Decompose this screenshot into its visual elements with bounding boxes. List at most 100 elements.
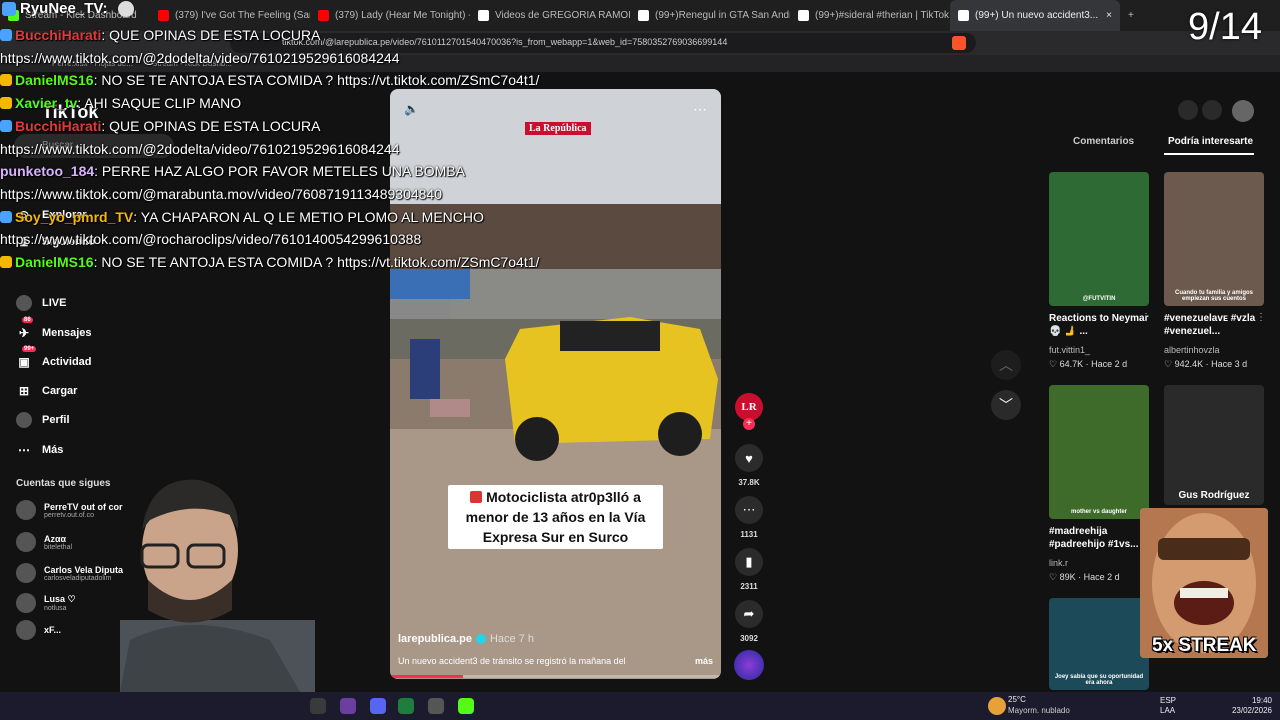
browser-tab[interactable]: (99+) Un nuevo accident3... ×	[950, 0, 1120, 31]
chat-username[interactable]: DanielMS16	[15, 254, 94, 270]
more-link[interactable]: más	[695, 656, 713, 666]
chat-username[interactable]: Xavier_tv	[15, 95, 77, 111]
page-counter: 9/14	[1188, 6, 1262, 48]
screen: TikTok Buscar ◎ Explorar ♟ Siguiendo LIVE ✈ 86…	[0, 0, 1280, 720]
live-icon	[16, 295, 32, 311]
discord-icon[interactable]	[370, 698, 386, 714]
chat-message: BucchiHarati: QUE OPINAS DE ESTA LOCURA	[0, 115, 720, 138]
share-button[interactable]: ➦	[735, 600, 763, 628]
chat-username[interactable]: DanielMS16	[15, 72, 94, 88]
suggestion-likes: 89K	[1059, 572, 1076, 582]
chat-message: Xavier_tv: AHI SAQUE CLIP MANO	[0, 92, 720, 115]
gift-icon[interactable]	[1178, 100, 1198, 120]
tab-title: (99+) Un nuevo accident3...	[975, 10, 1099, 21]
music-disc-icon[interactable]	[734, 650, 764, 680]
tab-title: (99+)Renegul in GTA San Andreas: T...	[655, 10, 790, 21]
thumbnail-overlay-text: Cuando tu familia y amigos empiezan sus …	[1174, 290, 1253, 302]
following-handle: perretv.out.of.co	[44, 511, 95, 519]
chat-username[interactable]: BucchiHarati	[15, 118, 101, 134]
heart-icon: ♥	[745, 450, 753, 466]
taskbar-app-icon[interactable]	[340, 698, 356, 714]
suggestion-user[interactable]: albertinhovzla	[1164, 345, 1220, 355]
sidebar-item-label: Más	[42, 444, 64, 456]
suggestion-thumbnail[interactable]: Gus Rodríguez	[1164, 385, 1264, 505]
following-text: Lusa ♡ notlusa	[44, 594, 76, 612]
taskbar-app-icon[interactable]	[310, 698, 326, 714]
share-icon: ➦	[743, 606, 755, 621]
card-more-icon[interactable]: ⋮	[1141, 312, 1151, 323]
follow-plus-icon[interactable]: +	[743, 418, 755, 430]
user-avatar[interactable]	[1232, 100, 1254, 122]
share-count: 3092	[740, 634, 758, 643]
like-count: 37.8K	[738, 478, 760, 487]
heart-icon: ♡	[1164, 359, 1175, 369]
suggestion-stats: ♡ 89K · Hace 2 d	[1049, 572, 1120, 583]
separator: ·	[1083, 359, 1092, 369]
sidebar-item-live[interactable]: LIVE	[16, 295, 66, 311]
sidebar-item-actividad[interactable]: ▣ 99+ Actividad	[16, 346, 92, 370]
taskbar: 25°C Mayorm. nublado ESP LAA 19:40 23/02…	[0, 692, 1280, 720]
tab-podria-interesarte[interactable]: Podría interesarte	[1168, 136, 1253, 147]
comment-button[interactable]: ⋯	[735, 496, 763, 524]
chat-username[interactable]: punketoo_184	[0, 163, 94, 179]
save-button[interactable]: ▮	[735, 548, 763, 576]
sidebar-item-label: Perfil	[42, 414, 70, 426]
comment-icon: ⋯	[742, 502, 756, 517]
tab-comentarios[interactable]: Comentarios	[1073, 136, 1134, 147]
clock-time[interactable]: 19:40	[1228, 696, 1272, 705]
suggestion-thumbnail[interactable]: mother vs daughter	[1049, 385, 1149, 519]
following-item[interactable]: Azαα bitelethal	[16, 532, 72, 552]
chat-message: DanielMS16: NO SE TE ANTOJA ESTA COMIDA …	[0, 251, 720, 274]
weather-icon	[988, 697, 1006, 715]
suggestion-thumbnail[interactable]: @FUTVITIN	[1049, 172, 1149, 306]
kick-icon[interactable]	[458, 698, 474, 714]
tab-close-icon[interactable]: ×	[1106, 10, 1112, 21]
sidebar-item-perfil[interactable]: Perfil	[16, 412, 70, 428]
tab-favicon-icon	[158, 10, 169, 21]
suggestion-user[interactable]: fut.vittin1_	[1049, 345, 1090, 355]
suggestion-thumbnail[interactable]: Joey sabía que su oportunidad era ahora	[1049, 598, 1149, 690]
video-progress-track[interactable]	[390, 675, 721, 678]
taskbar-app-icon[interactable]	[428, 698, 444, 714]
following-handle: bitelethal	[44, 543, 73, 551]
taskbar-app-icon[interactable]	[398, 698, 414, 714]
device-icon[interactable]	[1202, 100, 1222, 120]
sidebar-item-mensajes[interactable]: ✈ 86 Mensajes	[16, 317, 92, 341]
chat-message: punketoo_184: PERRE HAZ ALGO POR FAVOR M…	[0, 160, 720, 183]
following-item[interactable]: Carlos Vela Diputa carlosveladiputadolim	[16, 563, 123, 583]
chat-username[interactable]: Soy_yo_pmrd_TV	[15, 209, 133, 225]
notification-badge: 99+	[22, 346, 37, 352]
card-more-icon[interactable]: ⋮	[1256, 312, 1266, 323]
notification-badge: 86	[22, 317, 33, 323]
video-progress-fill	[390, 675, 463, 678]
next-video-button[interactable]: ﹀	[991, 390, 1021, 420]
weather-desc: Mayorm. nublado	[1008, 706, 1070, 715]
like-button[interactable]: ♥	[735, 444, 763, 472]
new-tab-button[interactable]: +	[1120, 10, 1142, 21]
chat-message: DanielMS16: NO SE TE ANTOJA ESTA COMIDA …	[0, 69, 720, 92]
suggestion-age: Hace 2 d	[1083, 572, 1120, 582]
separator: ·	[1203, 359, 1212, 369]
video-author[interactable]: larepublica.pe	[398, 633, 472, 645]
browser-tab[interactable]: (99+)#sideral #therian | TikTok	[790, 0, 950, 31]
creator-avatar[interactable]: LR	[735, 393, 763, 421]
chat-username[interactable]: BucchiHarati	[15, 27, 101, 43]
suggestion-age: Hace 3 d	[1211, 359, 1248, 369]
language[interactable]: ESP	[1160, 696, 1176, 705]
suggestion-user[interactable]: link.r	[1049, 558, 1068, 568]
prev-video-button[interactable]: ︿	[991, 350, 1021, 380]
language-variant: LAA	[1160, 706, 1176, 715]
streamer-name: RyuNee_TV:	[20, 0, 108, 17]
suggestion-age: Hace 2 d	[1091, 359, 1128, 369]
chat-text: : QUE OPINAS DE ESTA LOCURA	[101, 117, 321, 134]
sidebar-item-cargar[interactable]: ⊞ Cargar	[16, 383, 78, 399]
following-item[interactable]: PerreTV out of cor perretv.out.of.co	[16, 500, 123, 520]
following-item[interactable]: Lusa ♡ notlusa	[16, 593, 76, 613]
chat-badge-icon	[0, 29, 12, 41]
heart-icon: ♡	[1049, 359, 1060, 369]
following-item[interactable]: xF...	[16, 620, 61, 640]
streamer-badge-icon	[2, 1, 16, 16]
suggestion-thumbnail[interactable]: Cuando tu familia y amigos empiezan sus …	[1164, 172, 1264, 306]
brave-shield-icon[interactable]	[952, 36, 966, 50]
sidebar-item-más[interactable]: ⋯ Más	[16, 442, 63, 458]
